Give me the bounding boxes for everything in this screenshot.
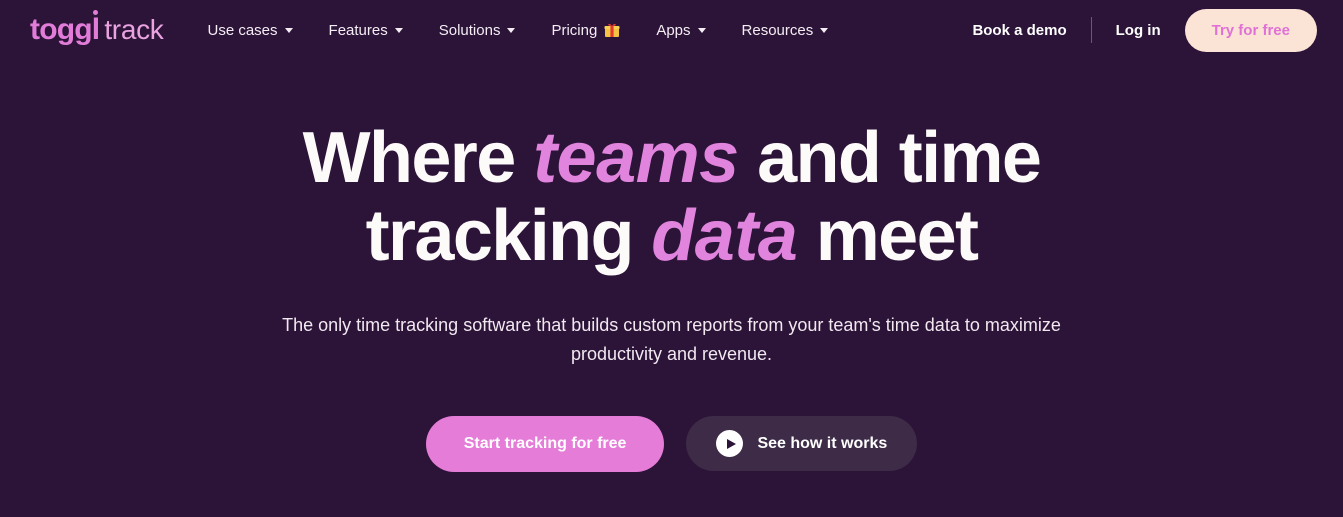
try-for-free-button[interactable]: Try for free	[1184, 8, 1317, 52]
nav-item-label: Features	[328, 21, 388, 39]
headline-line-1: Where teams and time	[0, 118, 1343, 198]
log-in-link[interactable]: Log in	[1114, 14, 1163, 47]
nav-item-use-cases[interactable]: Use cases	[190, 14, 311, 47]
nav-item-label: Use cases	[207, 21, 278, 39]
cta-row: Start tracking for free See how it works	[0, 415, 1343, 472]
headline-text: tracking	[365, 195, 652, 276]
headline-text: and time	[738, 118, 1042, 198]
main-navigation: toggl track Use cases Features Solutions…	[0, 0, 1343, 60]
headline-line-2: tracking data meet	[0, 195, 1343, 276]
hero-subtitle: The only time tracking software that bui…	[282, 314, 1061, 364]
nav-item-label: Pricing	[551, 21, 598, 39]
nav-item-features[interactable]: Features	[311, 14, 421, 47]
book-demo-link[interactable]: Book a demo	[970, 14, 1068, 47]
nav-item-label: Apps	[656, 21, 691, 39]
play-icon	[716, 430, 744, 458]
nav-links: Use cases Features Solutions Pricing App…	[190, 14, 847, 47]
see-how-it-works-button[interactable]: See how it works	[686, 416, 918, 472]
nav-item-resources[interactable]: Resources	[724, 14, 847, 47]
chevron-down-icon	[284, 27, 293, 33]
gift-icon	[604, 22, 620, 38]
logo-toggl-text: toggl	[30, 10, 100, 46]
headline-accent-data: data	[651, 195, 798, 276]
start-tracking-for-free-button[interactable]: Start tracking for free	[425, 415, 665, 472]
toggl-track-logo[interactable]: toggl track	[30, 10, 164, 46]
nav-item-pricing[interactable]: Pricing	[533, 14, 638, 47]
headline-accent-teams: teams	[533, 118, 739, 198]
logo-track-text: track	[104, 14, 164, 45]
chevron-down-icon	[507, 27, 516, 33]
chevron-down-icon	[697, 27, 706, 33]
nav-item-label: Resources	[741, 21, 814, 39]
nav-actions: Book a demo Log in Try for free	[970, 8, 1317, 52]
nav-item-solutions[interactable]: Solutions	[421, 14, 534, 47]
nav-divider	[1090, 17, 1092, 43]
nav-item-label: Solutions	[438, 21, 501, 39]
headline-text: meet	[797, 195, 979, 276]
chevron-down-icon	[820, 27, 829, 33]
see-how-it-works-label: See how it works	[757, 434, 888, 452]
hero-section: Where teams and time tracking data meet …	[0, 60, 1343, 472]
hero-page: toggl track Use cases Features Solutions…	[0, 0, 1343, 517]
nav-item-apps[interactable]: Apps	[638, 14, 723, 47]
page-title: Where teams and time tracking data meet	[0, 118, 1343, 276]
headline-text: Where	[302, 118, 534, 198]
chevron-down-icon	[394, 27, 403, 33]
